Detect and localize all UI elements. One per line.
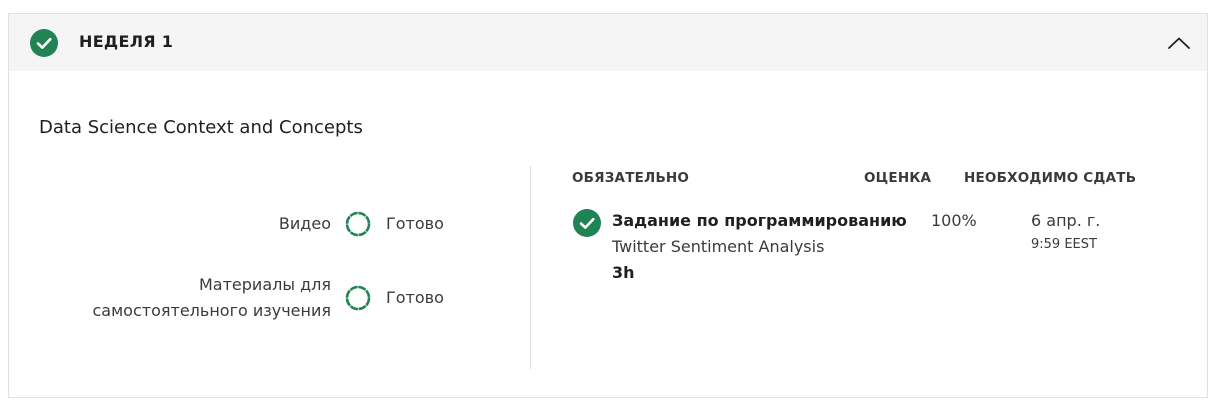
- task-due-time: 9:59 EEST: [1031, 237, 1097, 252]
- progress-ring-icon: [345, 211, 371, 237]
- header-grade: ОЦЕНКА: [864, 170, 932, 186]
- task-type-link[interactable]: Задание по программированию: [612, 211, 907, 230]
- column-divider: [530, 166, 531, 369]
- progress-status: Готово: [386, 214, 444, 233]
- progress-status: Готово: [386, 288, 444, 307]
- progress-ring-icon: [345, 285, 371, 311]
- collapse-chevron-up-icon[interactable]: [1165, 29, 1193, 57]
- progress-label: Видео: [278, 214, 331, 233]
- week-header[interactable]: НЕДЕЛЯ 1: [9, 14, 1207, 71]
- header-required: ОБЯЗАТЕЛЬНО: [572, 170, 690, 186]
- task-name[interactable]: Twitter Sentiment Analysis: [612, 237, 824, 256]
- week-title: НЕДЕЛЯ 1: [79, 32, 174, 51]
- week-card: НЕДЕЛЯ 1 Data Science Context and Concep…: [8, 13, 1208, 398]
- task-duration: 3h: [612, 263, 635, 282]
- progress-label: Материалы для самостоятельного изучения: [92, 275, 332, 320]
- completed-check-icon: [30, 29, 58, 57]
- task-grade: 100%: [931, 211, 977, 230]
- task-due-date: 6 апр. г.: [1031, 211, 1101, 230]
- task-completed-check-icon: [573, 209, 601, 237]
- module-title: Data Science Context and Concepts: [39, 117, 363, 138]
- header-due: НЕОБХОДИМО СДАТЬ: [964, 170, 1137, 186]
